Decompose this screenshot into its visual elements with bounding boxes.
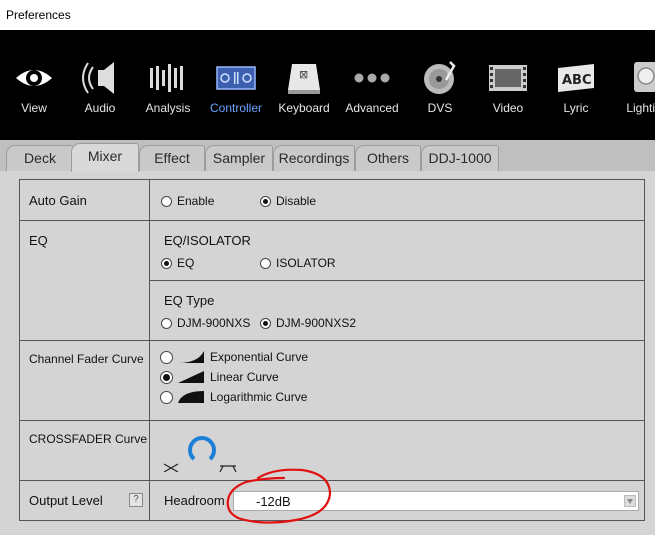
radio-circle — [260, 195, 271, 207]
headroom-value: -12dB — [256, 494, 291, 509]
headroom-label: Headroom — [164, 493, 225, 508]
waveform-icon — [150, 64, 183, 92]
radio-circle — [160, 370, 173, 384]
crossfader-sharp-curve-icon — [163, 463, 179, 472]
logarithmic-curve-icon — [178, 391, 204, 403]
tab-others[interactable]: Others — [355, 145, 421, 171]
fader-curve-linear-radio[interactable]: Linear Curve — [160, 370, 279, 384]
tab-deck[interactable]: Deck — [6, 145, 74, 171]
toolbar-item-view[interactable]: View — [0, 30, 68, 140]
toolbar-item-lyric[interactable]: ABC Lyric — [542, 30, 610, 140]
eq-isolator-heading: EQ/ISOLATOR — [164, 233, 251, 248]
radio-circle — [161, 257, 172, 269]
toolbar-item-label: Analysis — [145, 101, 191, 115]
radio-label: EQ — [177, 256, 195, 270]
tab-bar: Deck Mixer Effect Sampler Recordings Oth… — [0, 140, 655, 172]
toolbar-item-label: Lightin — [626, 101, 655, 115]
radio-label: Enable — [177, 194, 215, 208]
radio-label: DJM-900NXS2 — [276, 316, 357, 330]
channel-fader-curve-label: Channel Fader Curve — [29, 352, 144, 366]
toolbar-item-label: View — [21, 101, 47, 115]
toolbar-item-dvs[interactable]: DVS — [406, 30, 474, 140]
toolbar-item-advanced[interactable]: Advanced — [338, 30, 406, 140]
eq-label: EQ — [29, 233, 48, 248]
eq-mode-isolator-radio[interactable]: ISOLATOR — [260, 256, 336, 270]
toolbar-item-label: Lyric — [563, 101, 589, 115]
exponential-curve-icon — [178, 351, 204, 363]
tab-effect[interactable]: Effect — [139, 145, 205, 171]
radio-circle — [260, 257, 271, 269]
title-bar: Preferences — [0, 0, 655, 30]
radio-circle — [161, 195, 172, 207]
settings-grid: Auto Gain Enable Disable EQ EQ/ISOLATOR … — [19, 179, 645, 521]
row-divider — [150, 280, 644, 281]
film-icon — [489, 65, 527, 91]
eq-type-djm900nxs-radio[interactable]: DJM-900NXS — [161, 316, 250, 330]
toolbar-item-video[interactable]: Video — [474, 30, 542, 140]
fader-curve-exponential-radio[interactable]: Exponential Curve — [160, 350, 308, 364]
dropdown-arrow-icon[interactable] — [624, 495, 636, 507]
toolbar-item-label: DVS — [427, 101, 453, 115]
headroom-select[interactable]: -12dB — [233, 491, 639, 511]
mixer-settings-panel: Auto Gain Enable Disable EQ EQ/ISOLATOR … — [0, 171, 655, 535]
lyric-abc-icon: ABC — [558, 64, 594, 92]
toolbar-item-controller[interactable]: Controller — [202, 30, 270, 140]
toolbar-item-label: Video — [492, 101, 524, 115]
tab-mixer[interactable]: Mixer — [71, 143, 139, 172]
radio-circle — [160, 350, 173, 364]
row-divider — [20, 420, 644, 421]
lighting-icon — [634, 62, 655, 92]
help-icon[interactable]: ? — [129, 493, 143, 507]
output-level-label: Output Level — [29, 493, 103, 508]
toolbar-item-analysis[interactable]: Analysis — [134, 30, 202, 140]
crossfader-curve-knob[interactable] — [160, 432, 240, 472]
row-divider — [20, 480, 644, 481]
toolbar-item-keyboard[interactable]: ⊠ Keyboard — [270, 30, 338, 140]
auto-gain-disable-radio[interactable]: Disable — [260, 194, 316, 208]
window-title: Preferences — [6, 8, 71, 22]
category-toolbar: View Audio Analysis Controller ⊠ Keyboar… — [0, 30, 655, 140]
knob-ring-icon — [188, 436, 216, 461]
tab-sampler[interactable]: Sampler — [205, 145, 273, 171]
speaker-icon — [82, 62, 114, 94]
toolbar-item-label: Advanced — [345, 101, 399, 115]
svg-text:⊠: ⊠ — [299, 68, 308, 81]
radio-circle — [161, 317, 172, 329]
tab-recordings[interactable]: Recordings — [273, 145, 355, 171]
radio-circle — [260, 317, 271, 329]
linear-curve-icon — [178, 371, 204, 383]
toolbar-item-lighting[interactable]: Lightin — [610, 30, 655, 140]
radio-label: Exponential Curve — [210, 350, 309, 364]
eq-type-djm900nxs2-radio[interactable]: DJM-900NXS2 — [260, 316, 356, 330]
keyboard-key-icon: ⊠ — [288, 64, 320, 94]
radio-label: DJM-900NXS — [177, 316, 251, 330]
crossfader-curve-label: CROSSFADER Curve — [29, 432, 148, 446]
dots-icon — [354, 73, 390, 83]
eye-icon — [16, 70, 52, 86]
toolbar-item-label: Audio — [84, 101, 116, 115]
eq-mode-eq-radio[interactable]: EQ — [161, 256, 194, 270]
turntable-icon — [424, 61, 456, 94]
svg-text:ABC: ABC — [562, 73, 592, 88]
radio-label: Disable — [276, 194, 317, 208]
row-divider — [20, 340, 644, 341]
fader-curve-logarithmic-radio[interactable]: Logarithmic Curve — [160, 390, 307, 404]
radio-label: ISOLATOR — [276, 256, 336, 270]
tab-ddj-1000[interactable]: DDJ-1000 — [421, 145, 499, 171]
toolbar-item-audio[interactable]: Audio — [66, 30, 134, 140]
auto-gain-label: Auto Gain — [29, 193, 87, 208]
eq-type-heading: EQ Type — [164, 293, 215, 308]
auto-gain-enable-radio[interactable]: Enable — [161, 194, 214, 208]
row-divider — [20, 220, 644, 221]
toolbar-item-label: Controller — [209, 101, 263, 115]
crossfader-smooth-curve-icon — [219, 465, 237, 472]
radio-label: Logarithmic Curve — [210, 390, 308, 404]
radio-circle — [160, 390, 173, 404]
controller-icon — [216, 66, 256, 90]
label-column — [20, 180, 150, 520]
toolbar-item-label: Keyboard — [278, 101, 330, 115]
radio-label: Linear Curve — [210, 370, 279, 384]
